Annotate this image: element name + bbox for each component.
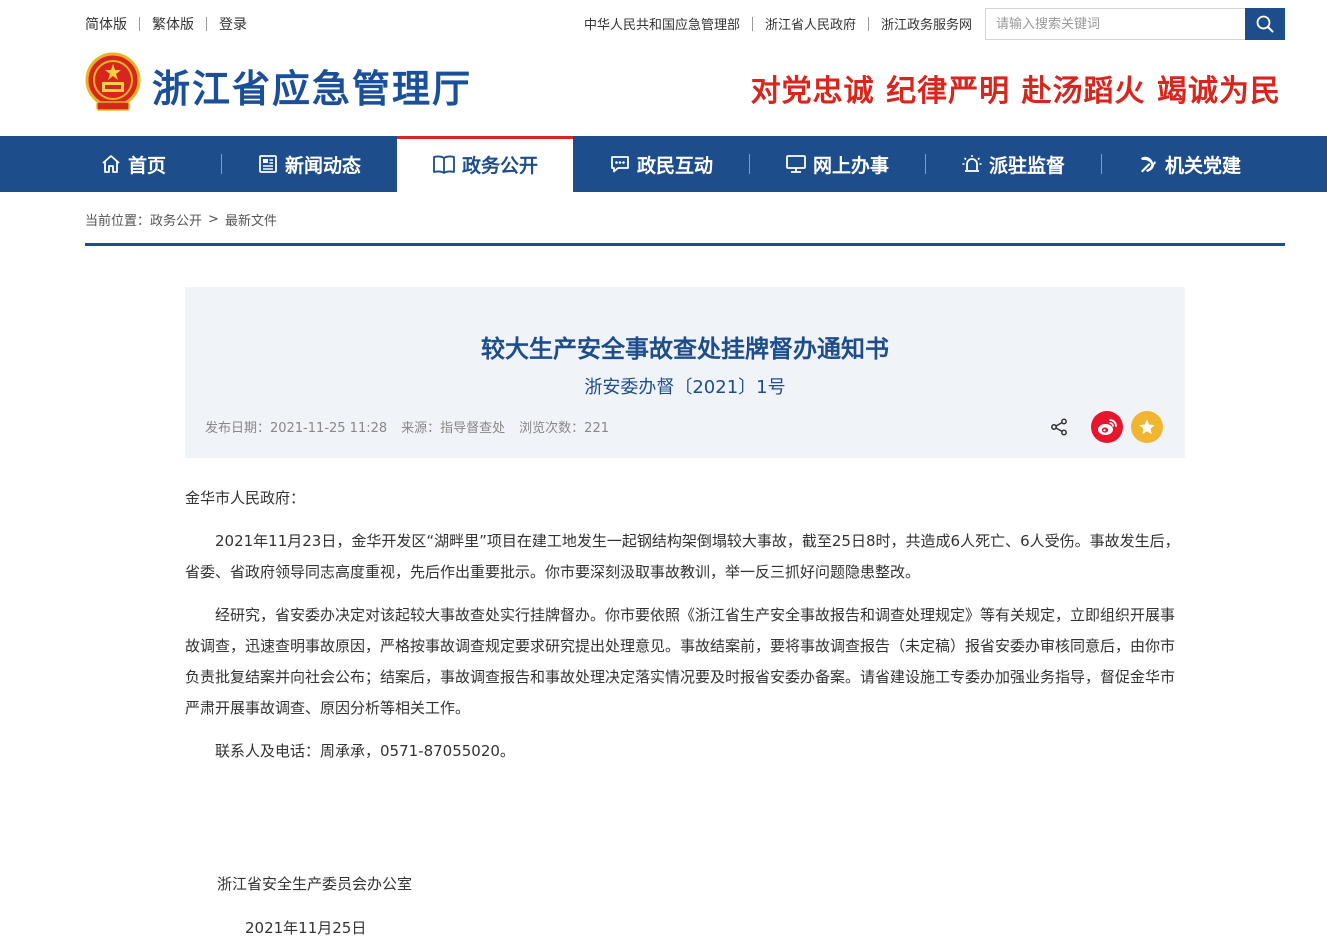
chat-icon	[611, 156, 629, 173]
simplified-chinese-link[interactable]: 简体版	[85, 14, 127, 34]
article-source: 来源：指导督查处	[401, 421, 506, 436]
nav-label: 政务公开	[461, 154, 538, 177]
nav-label: 新闻动态	[284, 154, 361, 177]
breadcrumb-divider	[85, 243, 1285, 246]
breadcrumb-prefix: 当前位置：	[85, 214, 151, 229]
breadcrumb-latest-docs[interactable]: 最新文件	[225, 210, 277, 229]
nav-label: 政民互动	[636, 154, 713, 177]
nav-item-online-service[interactable]: 网上办事	[749, 136, 925, 192]
main-nav: 首页 新闻动态 政务公开 政民互动 网上办事 派驻监督 机关党建	[0, 136, 1327, 192]
publish-date: 发布日期：2021-11-25 11:28	[205, 421, 388, 436]
salutation: 金华市人民政府：	[185, 489, 306, 507]
login-link[interactable]: 登录	[219, 14, 247, 34]
language-links: 简体版 繁体版 登录	[85, 14, 247, 34]
favorite-button[interactable]	[1131, 411, 1163, 443]
article-meta: 发布日期：2021-11-25 11:28 来源：指导督查处 浏览次数：221	[205, 417, 623, 436]
star-icon	[1139, 419, 1155, 434]
nav-label: 首页	[127, 154, 166, 177]
alarm-light-icon	[962, 155, 982, 172]
divider	[139, 17, 140, 31]
paragraph: 经研究，省安委办决定对该起较大事故查处实行挂牌督办。你市要依照《浙江省生产安全事…	[185, 606, 1176, 717]
article-header: 较大生产安全事故查处挂牌督办通知书 浙安委办督〔2021〕1号 发布日期：202…	[185, 287, 1185, 458]
ministry-link[interactable]: 中华人民共和国应急管理部	[584, 14, 740, 33]
divider	[751, 16, 753, 31]
newspaper-icon	[259, 155, 277, 173]
gov-service-link[interactable]: 浙江政务服务网	[881, 14, 972, 33]
article-title: 较大生产安全事故查处挂牌督办通知书	[481, 335, 889, 363]
article-body: 金华市人民政府： 2021年11月23日，金华开发区“湖畔里”项目在建工地发生一…	[185, 483, 1185, 779]
monitor-icon	[786, 155, 806, 173]
search-button[interactable]	[1245, 8, 1285, 40]
provincial-gov-link[interactable]: 浙江省人民政府	[765, 14, 856, 33]
divider	[867, 16, 869, 31]
share-button[interactable]	[1047, 415, 1071, 439]
nav-item-supervision[interactable]: 派驻监督	[925, 136, 1101, 192]
divider	[206, 17, 207, 31]
view-count: 浏览次数：221	[519, 421, 609, 436]
book-icon	[433, 155, 455, 174]
weibo-icon	[1098, 419, 1117, 435]
nav-label: 机关党建	[1164, 154, 1241, 177]
paragraph: 2021年11月23日，金华开发区“湖畔里”项目在建工地发生一起钢结构架倒塌较大…	[185, 532, 1180, 581]
signature-date: 2021年11月25日	[245, 919, 367, 937]
nav-item-gov-affairs[interactable]: 政务公开	[397, 136, 573, 192]
search-input[interactable]	[985, 8, 1245, 40]
national-emblem-icon[interactable]	[85, 52, 141, 114]
slogan: 对党忠诚 纪律严明 赴汤蹈火 竭诚为民	[750, 74, 1281, 109]
traditional-chinese-link[interactable]: 繁体版	[152, 14, 194, 34]
document-number: 浙安委办督〔2021〕1号	[584, 377, 786, 398]
search-box	[985, 8, 1285, 40]
nav-label: 派驻监督	[988, 154, 1065, 177]
site-header: 浙江省应急管理厅 对党忠诚 纪律严明 赴汤蹈火 竭诚为民	[0, 46, 1327, 136]
nav-item-party-building[interactable]: 机关党建	[1101, 136, 1277, 192]
top-utility-bar: 简体版 繁体版 登录 中华人民共和国应急管理部 浙江省人民政府 浙江政务服务网	[0, 0, 1327, 46]
breadcrumb: 当前位置： 政务公开 > 最新文件	[85, 210, 277, 229]
signature-organization: 浙江省安全生产委员会办公室	[217, 875, 413, 893]
external-links: 中华人民共和国应急管理部 浙江省人民政府 浙江政务服务网	[584, 14, 972, 33]
nav-label: 网上办事	[812, 154, 889, 177]
home-icon	[102, 155, 120, 173]
site-title[interactable]: 浙江省应急管理厅	[152, 58, 472, 113]
search-icon	[1256, 15, 1274, 33]
party-emblem-icon	[1140, 156, 1156, 173]
share-icon	[1051, 418, 1067, 436]
share-tools	[1047, 411, 1163, 443]
nav-item-news[interactable]: 新闻动态	[221, 136, 397, 192]
contact-paragraph: 联系人及电话：周承承，0571-87055020。	[215, 742, 515, 760]
breadcrumb-separator: >	[208, 212, 219, 227]
weibo-share-button[interactable]	[1091, 411, 1123, 443]
breadcrumb-gov-affairs[interactable]: 政务公开	[150, 210, 202, 229]
nav-item-interaction[interactable]: 政民互动	[573, 136, 749, 192]
nav-item-home[interactable]: 首页	[45, 136, 221, 192]
